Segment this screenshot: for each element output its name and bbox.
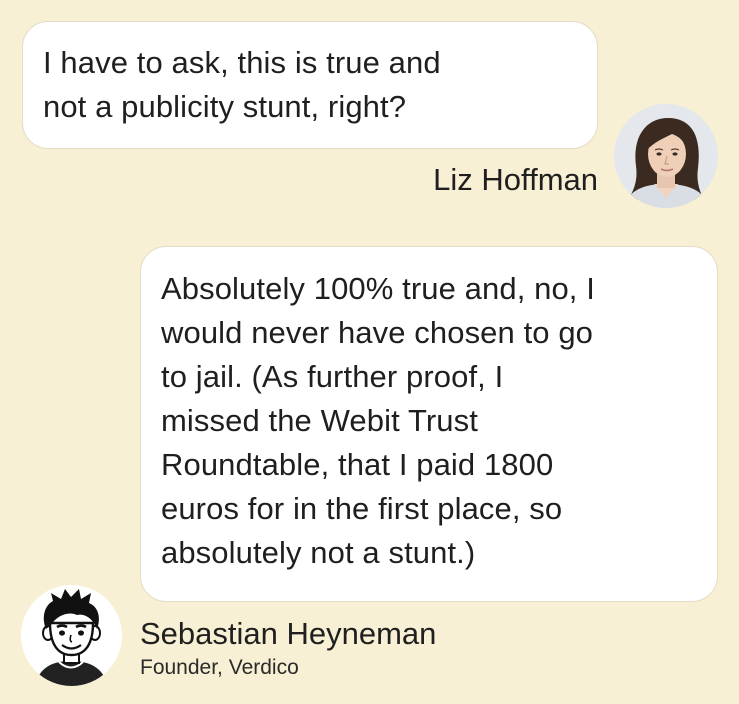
answer-line-4: missed the Webit Trust bbox=[161, 403, 478, 438]
answer-author-name: Sebastian Heyneman bbox=[140, 616, 437, 651]
question-line-2: not a publicity stunt, right? bbox=[43, 89, 407, 124]
answer-line-5: Roundtable, that I paid 1800 bbox=[161, 447, 554, 482]
sebastian-avatar-icon bbox=[21, 585, 122, 686]
question-line-1: I have to ask, this is true and bbox=[43, 45, 441, 80]
question-bubble: I have to ask, this is true and not a pu… bbox=[22, 21, 598, 149]
answer-line-3: to jail. (As further proof, I bbox=[161, 359, 504, 394]
answer-line-1: Absolutely 100% true and, no, I bbox=[161, 271, 595, 306]
question-author-name: Liz Hoffman bbox=[433, 162, 598, 197]
answer-line-6: euros for in the first place, so bbox=[161, 491, 563, 526]
answer-bubble: Absolutely 100% true and, no, I would ne… bbox=[140, 246, 718, 602]
answer-line-7: absolutely not a stunt.) bbox=[161, 535, 476, 570]
answer-author-title: Founder, Verdico bbox=[140, 656, 299, 679]
liz-avatar-icon bbox=[614, 104, 718, 208]
answer-line-2: would never have chosen to go bbox=[161, 315, 594, 350]
